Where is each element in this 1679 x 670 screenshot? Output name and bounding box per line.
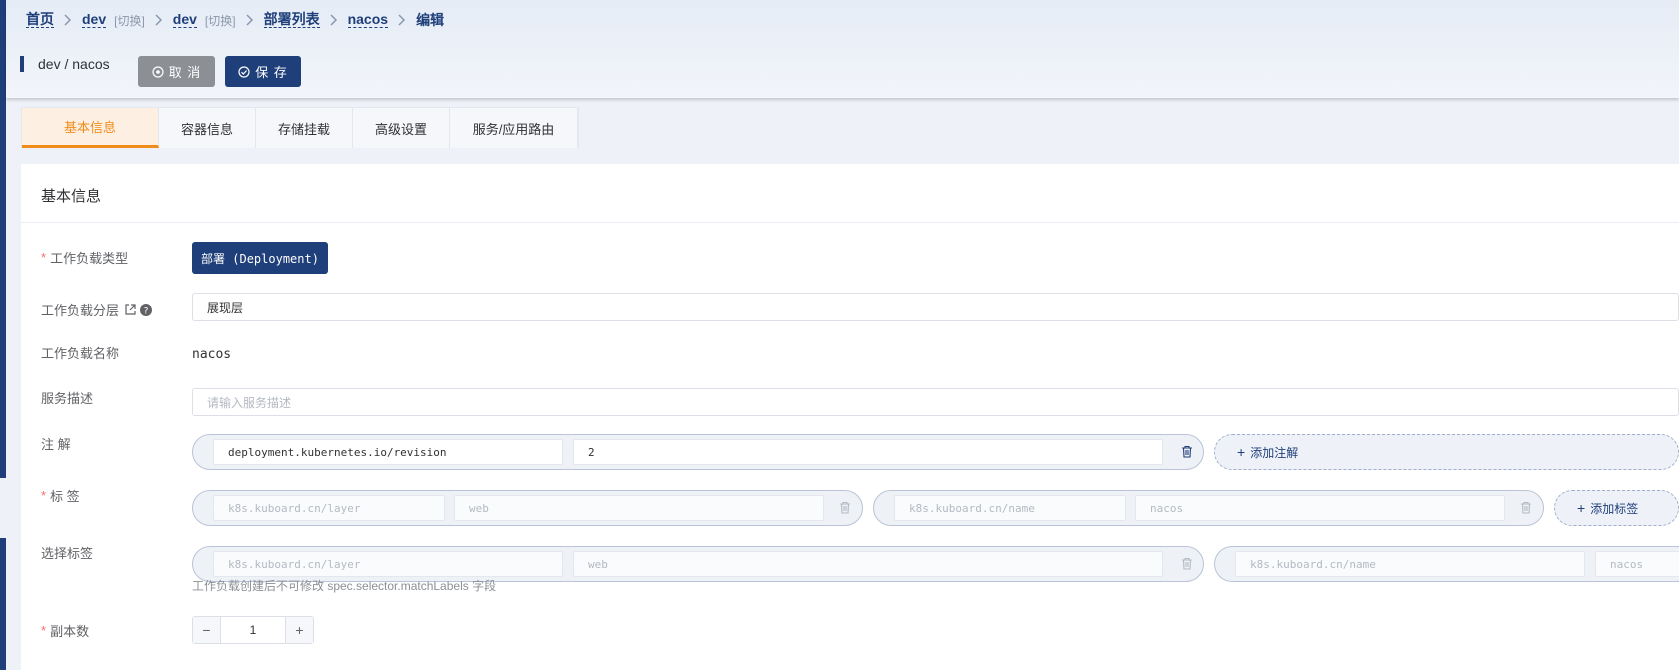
check-circle-icon [238,65,250,78]
selector-label: 选择标签 [41,546,94,561]
plus-icon: + [1237,444,1246,460]
increment-button[interactable]: + [285,617,313,643]
tab-basic-info[interactable]: 基本信息 [22,108,159,148]
tab-storage-mount[interactable]: 存储挂载 [256,108,353,148]
workload-layer-select[interactable]: 展现层 [192,293,1679,321]
workload-layer-label: 工作负载分层 ? [41,300,153,319]
breadcrumb-deployment-list[interactable]: 部署列表 [263,12,320,28]
page-header: 首页 dev [切换] dev [切换] 部署列表 nacos 编辑 dev /… [6,0,1679,98]
close-circle-icon [152,65,164,78]
required-mark: * [41,488,47,503]
plus-icon: + [1577,500,1586,516]
breadcrumb-cluster[interactable]: dev [82,12,107,28]
help-icon[interactable]: ? [140,303,153,316]
label-item: k8s.kuboard.cn/layer web [192,490,863,526]
tab-container-info[interactable]: 容器信息 [159,108,256,148]
delete-icon[interactable] [1181,557,1193,570]
svg-text:?: ? [144,306,149,316]
labels-label: * 标 签 [41,486,80,505]
label-item: k8s.kuboard.cn/name nacos [873,490,1544,526]
tab-bar: 基本信息 容器信息 存储挂载 高级设置 服务/应用路由 [21,107,579,148]
replicas-label-text: 副本数 [50,624,90,639]
workload-type-label-text: 工作负载类型 [50,251,129,266]
chevron-right-icon [155,14,163,26]
basic-info-card: 基本信息 * 工作负载类型 部署 (Deployment) 工作负载分层 ? 展… [21,164,1679,670]
breadcrumb-item[interactable]: nacos [347,12,389,28]
add-label-label: 添加标签 [1590,501,1639,516]
cancel-button-label: 取 消 [168,65,202,80]
chevron-right-icon [64,14,72,26]
label-key-input[interactable]: k8s.kuboard.cn/layer [213,495,445,521]
save-button-label: 保 存 [255,65,288,80]
breadcrumb: 首页 dev [切换] dev [切换] 部署列表 nacos 编辑 [26,11,444,29]
labels-label-text: 标 签 [50,489,80,504]
save-button[interactable]: 保 存 [225,56,301,87]
divider [21,222,1679,223]
breadcrumb-namespace[interactable]: dev [172,12,197,28]
breadcrumb-current: 编辑 [416,11,445,28]
annotation-item: deployment.kubernetes.io/revision 2 [192,434,1204,470]
replicas-stepper: − 1 + [192,616,314,644]
decrement-button[interactable]: − [193,617,221,643]
cluster-switch-link[interactable]: [切换] [114,12,145,29]
selector-value-input[interactable]: nacos [1595,551,1679,577]
workload-name-label: 工作负载名称 [41,346,120,361]
selector-value-input[interactable]: web [573,551,1163,577]
workload-type-label: * 工作负载类型 [41,248,128,267]
workload-type-deployment-button[interactable]: 部署 (Deployment) [192,242,328,274]
tab-service-routing[interactable]: 服务/应用路由 [450,108,578,148]
replicas-label: * 副本数 [41,621,89,640]
selector-item: k8s.kuboard.cn/name nacos [1214,546,1679,582]
selector-key-input[interactable]: k8s.kuboard.cn/name [1235,551,1585,577]
add-label-button[interactable]: + 添加标签 [1554,490,1679,526]
annotations-label: 注 解 [41,437,71,452]
annotation-key-input[interactable]: deployment.kubernetes.io/revision [213,439,563,465]
description-label: 服务描述 [41,391,94,406]
required-mark: * [41,623,47,638]
add-annotation-label: 添加注解 [1250,445,1299,460]
chevron-right-icon [246,14,254,26]
delete-icon[interactable] [839,501,851,514]
breadcrumb-home[interactable]: 首页 [26,12,54,28]
label-value-input[interactable]: web [454,495,824,521]
selector-key-input[interactable]: k8s.kuboard.cn/layer [213,551,563,577]
label-value-input[interactable]: nacos [1135,495,1505,521]
add-annotation-button[interactable]: + 添加注解 [1214,434,1679,470]
chevron-right-icon [398,14,406,26]
selector-hint: 工作负载创建后不可修改 spec.selector.matchLabels 字段 [192,579,497,593]
sidebar-edge-lower [0,538,6,670]
workload-name-value: nacos [192,347,232,362]
annotation-value-input[interactable]: 2 [573,439,1163,465]
page-title-text: dev / nacos [38,56,110,72]
delete-icon[interactable] [1520,501,1532,514]
replicas-input[interactable]: 1 [221,617,285,643]
section-title: 基本信息 [41,188,102,205]
cancel-button[interactable]: 取 消 [138,56,215,87]
label-key-input[interactable]: k8s.kuboard.cn/name [894,495,1126,521]
title-marker [20,56,24,72]
delete-icon[interactable] [1181,445,1193,458]
page-title: dev / nacos [20,56,110,72]
description-input[interactable]: 请输入服务描述 [192,388,1679,416]
chevron-right-icon [330,14,338,26]
external-link-icon[interactable] [125,304,136,315]
workload-layer-label-text: 工作负载分层 [41,303,120,318]
namespace-switch-link[interactable]: [切换] [205,12,236,29]
required-mark: * [41,250,47,265]
tab-advanced-settings[interactable]: 高级设置 [353,108,450,148]
